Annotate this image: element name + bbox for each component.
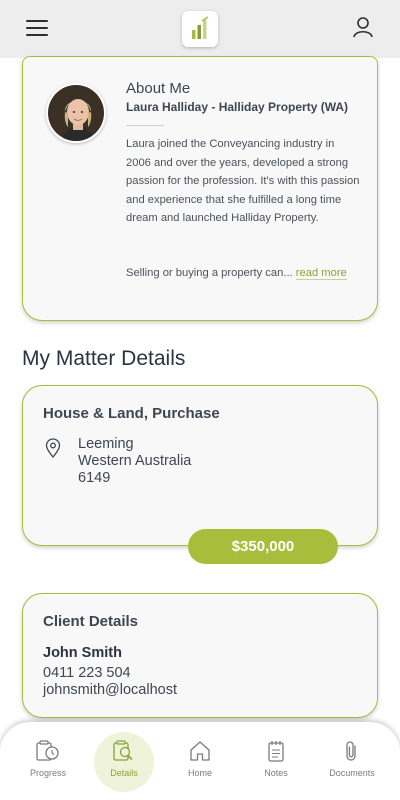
- nav-label-home: Home: [187, 768, 212, 778]
- hamburger-menu-icon[interactable]: [26, 20, 48, 36]
- nav-item-notes[interactable]: Notes: [241, 722, 311, 800]
- bar-chart-logo-icon: [192, 16, 209, 39]
- client-phone[interactable]: 0411 223 504: [43, 665, 131, 681]
- nav-item-home[interactable]: Home: [165, 722, 235, 800]
- client-title: Client Details: [43, 613, 139, 630]
- client-details-card[interactable]: Client Details John Smith 0411 223 504 j…: [22, 593, 378, 718]
- about-title: About Me: [126, 80, 191, 97]
- price-badge[interactable]: $350,000: [188, 529, 338, 564]
- nav-item-documents[interactable]: Documents: [317, 722, 387, 800]
- address-suburb: Leeming: [78, 436, 134, 452]
- home-icon: [190, 741, 210, 761]
- read-more-link[interactable]: read more: [295, 267, 347, 280]
- about-teaser: Selling or buying a property can... read…: [126, 264, 362, 283]
- nav-label-details: Details: [110, 768, 138, 778]
- divider: [126, 125, 164, 126]
- section-title: My Matter Details: [22, 347, 186, 370]
- paperclip-icon: [346, 741, 356, 761]
- about-subtitle: Laura Halliday - Halliday Property (WA): [126, 100, 349, 114]
- nav-item-progress[interactable]: Progress: [13, 722, 83, 800]
- user-icon[interactable]: [352, 16, 374, 38]
- client-email[interactable]: johnsmith@localhost: [43, 682, 177, 698]
- matter-card[interactable]: House & Land, Purchase Leeming Western A…: [22, 385, 378, 546]
- matter-type: House & Land, Purchase: [43, 405, 220, 422]
- avatar: [46, 83, 106, 143]
- nav-label-notes: Notes: [264, 768, 288, 778]
- about-me-card: About Me Laura Halliday - Halliday Prope…: [22, 56, 378, 321]
- client-name: John Smith: [43, 645, 122, 661]
- teaser-text: Selling or buying a property can...: [126, 267, 293, 279]
- address-state: Western Australia: [78, 453, 192, 469]
- nav-label-progress: Progress: [29, 768, 66, 778]
- address-postcode: 6149: [78, 470, 111, 486]
- map-pin-icon: [45, 438, 61, 458]
- top-bar: [0, 0, 400, 58]
- details-icon: [113, 740, 133, 761]
- nav-label-documents: Documents: [329, 768, 375, 778]
- notes-icon: [268, 741, 284, 762]
- nav-item-details[interactable]: Details: [89, 722, 159, 800]
- app-logo[interactable]: [182, 11, 218, 47]
- bottom-nav: Progress Details Home Notes Documents: [0, 722, 400, 800]
- about-bio: Laura joined the Conveyancing industry i…: [126, 138, 360, 224]
- progress-icon: [36, 740, 59, 761]
